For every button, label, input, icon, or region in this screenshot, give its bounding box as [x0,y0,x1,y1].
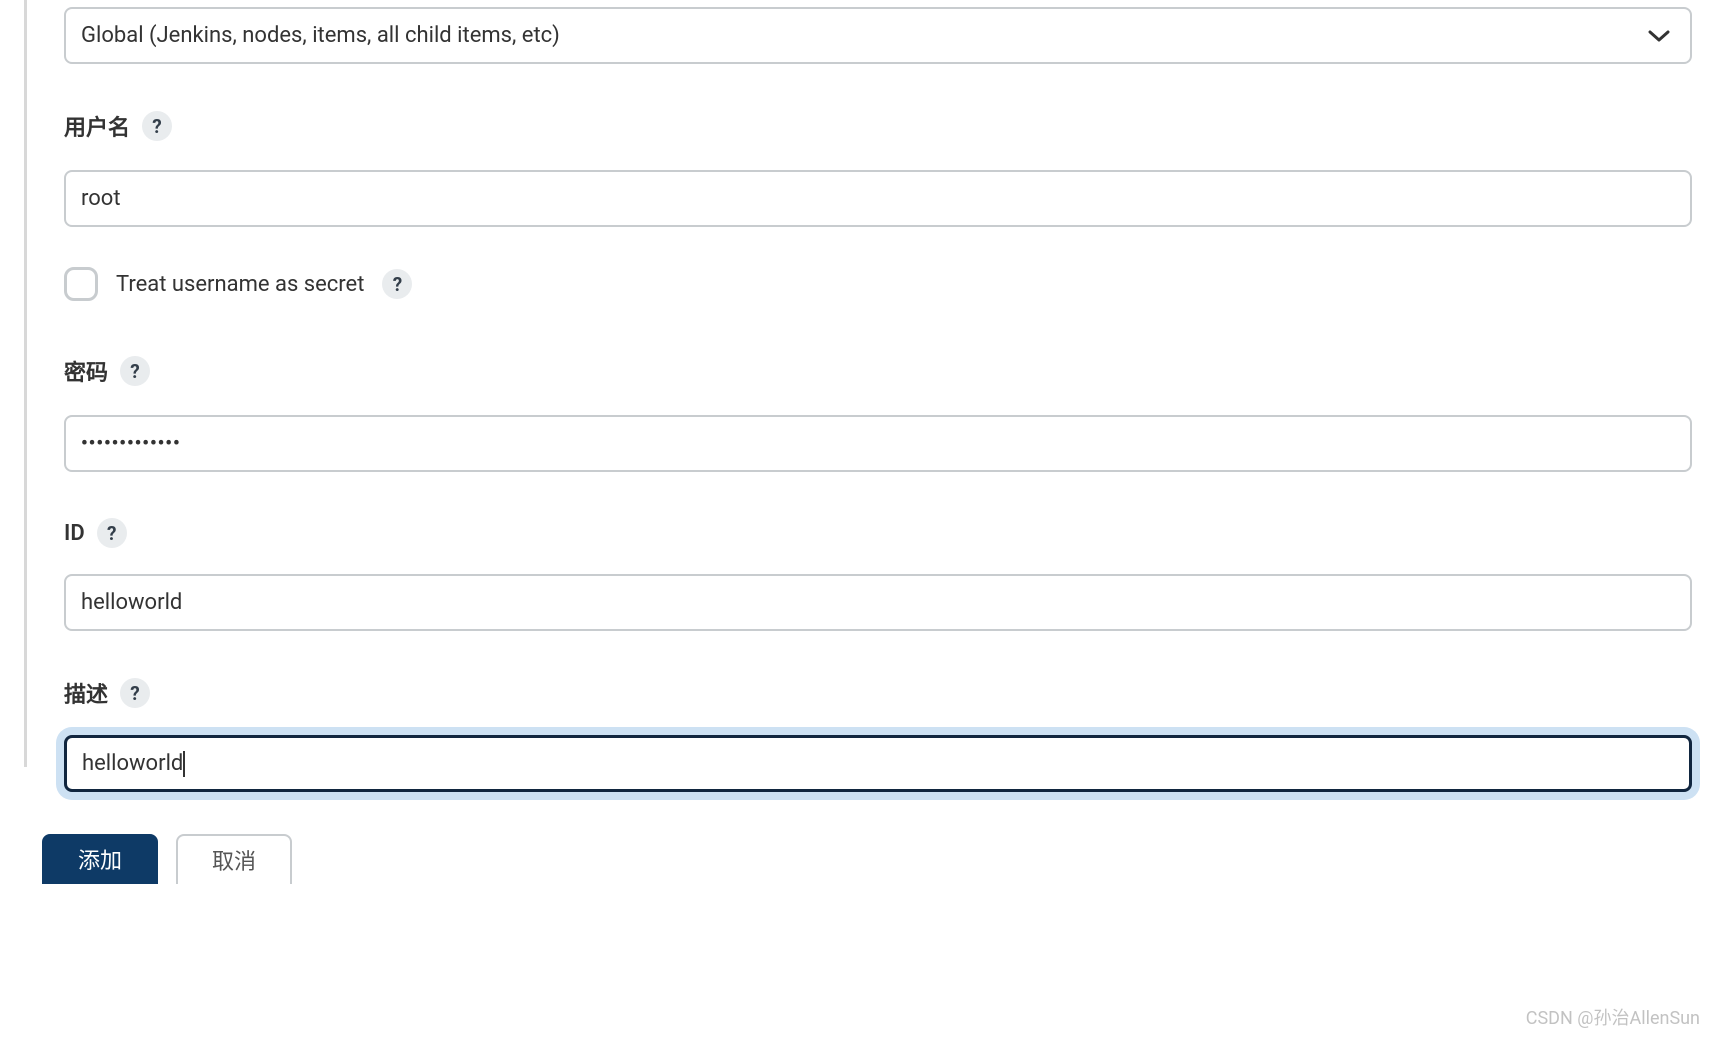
description-label-row: 描述 ? [64,677,1692,709]
help-icon[interactable]: ? [120,356,150,386]
help-icon[interactable]: ? [120,678,150,708]
scope-select-wrapper: Global (Jenkins, nodes, items, all child… [64,7,1692,64]
description-input[interactable]: helloworld [64,735,1692,792]
scope-select[interactable]: Global (Jenkins, nodes, items, all child… [64,7,1692,64]
credentials-form: Global (Jenkins, nodes, items, all child… [64,0,1712,792]
help-icon[interactable]: ? [142,111,172,141]
password-label: 密码 [64,355,108,387]
description-label: 描述 [64,677,108,709]
id-label-row: ID ? [64,518,1692,548]
password-field-group: 密码 ? ••••••••••••• [64,355,1692,472]
password-label-row: 密码 ? [64,355,1692,387]
help-icon[interactable]: ? [97,518,127,548]
add-button[interactable]: 添加 [42,834,158,884]
treat-secret-row: Treat username as secret ? [64,267,1692,301]
id-field-group: ID ? [64,518,1692,631]
scope-selected-value: Global (Jenkins, nodes, items, all child… [81,23,560,48]
description-value: helloworld [82,751,183,776]
form-side-border [24,0,27,767]
button-row: 添加 取消 [24,834,1712,884]
id-input[interactable] [64,574,1692,631]
username-field-group: 用户名 ? [64,110,1692,227]
password-masked-value: ••••••••••••• [81,433,181,454]
treat-secret-label: Treat username as secret [116,272,364,297]
id-label: ID [64,521,85,546]
cancel-button[interactable]: 取消 [176,834,292,884]
description-field-group: 描述 ? helloworld [64,677,1692,792]
scope-field-group: Global (Jenkins, nodes, items, all child… [64,7,1692,64]
username-label-row: 用户名 ? [64,110,1692,142]
watermark-text: CSDN @孙治AllenSun [1526,1004,1700,1030]
text-cursor [183,751,185,777]
treat-secret-checkbox[interactable] [64,267,98,301]
username-label: 用户名 [64,110,130,142]
username-input[interactable] [64,170,1692,227]
password-input[interactable]: ••••••••••••• [64,415,1692,472]
help-icon[interactable]: ? [382,269,412,299]
